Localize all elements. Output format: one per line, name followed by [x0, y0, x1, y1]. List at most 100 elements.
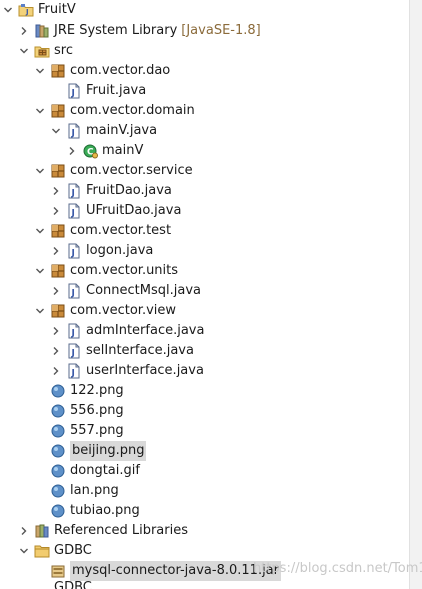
java-file-icon: [66, 123, 82, 139]
tree-item-jre[interactable]: JRE System Library [JavaSE-1.8]: [18, 21, 261, 41]
tree-item-referenced-libraries[interactable]: Referenced Libraries: [18, 521, 188, 541]
java-file-icon: [66, 343, 82, 359]
package-icon: [50, 263, 66, 279]
chevron-down-icon[interactable]: [34, 221, 46, 241]
tree-item-file-mainv[interactable]: mainV.java: [50, 121, 157, 141]
folder-icon: [34, 581, 50, 589]
tree-item-package-service[interactable]: com.vector.service: [34, 161, 193, 181]
tree-item-label: Referenced Libraries: [54, 523, 188, 538]
source-folder-icon: [34, 43, 50, 59]
tree-item-label: Fruit.java: [86, 83, 147, 98]
package-explorer-tree: FruitV JRE System Library [JavaSE-1.8] s…: [0, 0, 410, 589]
tree-item-label: mainV: [102, 143, 144, 158]
tree-item-image-tubiao[interactable]: tubiao.png: [34, 501, 140, 521]
chevron-right-icon[interactable]: [18, 521, 30, 541]
image-file-icon: [50, 443, 66, 459]
tree-item-image-dongtai[interactable]: dongtai.gif: [34, 461, 140, 481]
tree-item-label: userInterface.java: [86, 363, 204, 378]
library-icon: [34, 523, 50, 539]
image-file-icon: [50, 383, 66, 399]
tree-item-label: com.vector.dao: [70, 63, 171, 78]
tree-item-file-fruitdao[interactable]: FruitDao.java: [50, 181, 172, 201]
tree-item-project[interactable]: FruitV: [2, 0, 76, 20]
folder-icon: [34, 543, 50, 559]
chevron-right-icon[interactable]: [50, 241, 62, 261]
java-file-icon: [66, 243, 82, 259]
chevron-down-icon[interactable]: [50, 121, 62, 141]
tree-item-package-domain[interactable]: com.vector.domain: [34, 101, 195, 121]
tree-item-package-test[interactable]: com.vector.test: [34, 221, 171, 241]
chevron-down-icon[interactable]: [34, 161, 46, 181]
chevron-right-icon[interactable]: [50, 181, 62, 201]
chevron-down-icon[interactable]: [34, 101, 46, 121]
vertical-scrollbar[interactable]: [409, 0, 422, 589]
image-file-icon: [50, 483, 66, 499]
tree-item-folder-gdbc[interactable]: GDBC: [18, 541, 92, 561]
java-file-icon: [66, 203, 82, 219]
tree-item-image-122[interactable]: 122.png: [34, 381, 124, 401]
tree-item-file-userinterface[interactable]: userInterface.java: [50, 361, 204, 381]
image-file-icon: [50, 403, 66, 419]
tree-item-label: selInterface.java: [86, 343, 194, 358]
image-file-icon: [50, 503, 66, 519]
java-file-icon: [66, 323, 82, 339]
tree-item-image-beijing[interactable]: beijing.png: [34, 441, 147, 461]
tree-item-file-logon[interactable]: logon.java: [50, 241, 153, 261]
java-project-icon: [18, 2, 34, 18]
tree-item-src[interactable]: src: [18, 41, 73, 61]
jre-version-decoration: [JavaSE-1.8]: [181, 23, 261, 38]
tree-item-label: 122.png: [70, 383, 124, 398]
tree-item-file-selinterface[interactable]: selInterface.java: [50, 341, 194, 361]
tree-item-label: com.vector.test: [70, 223, 172, 238]
chevron-down-icon[interactable]: [34, 301, 46, 321]
java-file-icon: [66, 83, 82, 99]
chevron-right-icon[interactable]: [18, 581, 30, 589]
tree-item-folder-gdbc-partial[interactable]: GDBC: [18, 581, 92, 589]
tree-item-package-view[interactable]: com.vector.view: [34, 301, 176, 321]
tree-item-label: FruitDao.java: [86, 183, 172, 198]
chevron-right-icon[interactable]: [66, 141, 78, 161]
tree-item-package-units[interactable]: com.vector.units: [34, 261, 178, 281]
tree-item-file-ufruitdao[interactable]: UFruitDao.java: [50, 201, 181, 221]
jar-file-icon: [50, 563, 66, 579]
tree-item-file-fruit[interactable]: Fruit.java: [50, 81, 146, 101]
tree-item-label: src: [54, 43, 73, 58]
image-file-icon: [50, 463, 66, 479]
watermark-text: https://blog.csdn.net/Tom19: [253, 561, 422, 576]
tree-item-image-557[interactable]: 557.png: [34, 421, 124, 441]
tree-item-label: 557.png: [70, 423, 124, 438]
chevron-down-icon[interactable]: [2, 0, 14, 20]
chevron-down-icon[interactable]: [34, 261, 46, 281]
tree-item-jar-mysql[interactable]: mysql-connector-java-8.0.11.jar: [34, 561, 281, 581]
tree-item-label-selected: beijing.png: [70, 441, 147, 461]
chevron-down-icon[interactable]: [18, 541, 30, 561]
tree-item-package-dao[interactable]: com.vector.dao: [34, 61, 170, 81]
tree-item-file-adminterface[interactable]: admInterface.java: [50, 321, 204, 341]
java-file-icon: [66, 183, 82, 199]
tree-item-label: dongtai.gif: [70, 463, 140, 478]
chevron-right-icon[interactable]: [50, 281, 62, 301]
tree-item-class-mainv[interactable]: mainV: [66, 141, 143, 161]
tree-item-label: admInterface.java: [86, 323, 205, 338]
tree-item-image-lan[interactable]: lan.png: [34, 481, 119, 501]
chevron-right-icon[interactable]: [50, 361, 62, 381]
package-icon: [50, 303, 66, 319]
chevron-right-icon[interactable]: [50, 201, 62, 221]
tree-item-label: com.vector.service: [70, 163, 193, 178]
chevron-right-icon[interactable]: [50, 321, 62, 341]
tree-item-image-556[interactable]: 556.png: [34, 401, 124, 421]
class-icon: [82, 143, 98, 159]
tree-item-label: tubiao.png: [70, 503, 140, 518]
chevron-right-icon[interactable]: [18, 21, 30, 41]
java-file-icon: [66, 363, 82, 379]
tree-item-file-connectmsql[interactable]: ConnectMsql.java: [50, 281, 201, 301]
tree-item-label: FruitV: [38, 2, 76, 17]
library-icon: [34, 23, 50, 39]
chevron-right-icon[interactable]: [50, 341, 62, 361]
chevron-down-icon[interactable]: [18, 41, 30, 61]
chevron-down-icon[interactable]: [34, 61, 46, 81]
